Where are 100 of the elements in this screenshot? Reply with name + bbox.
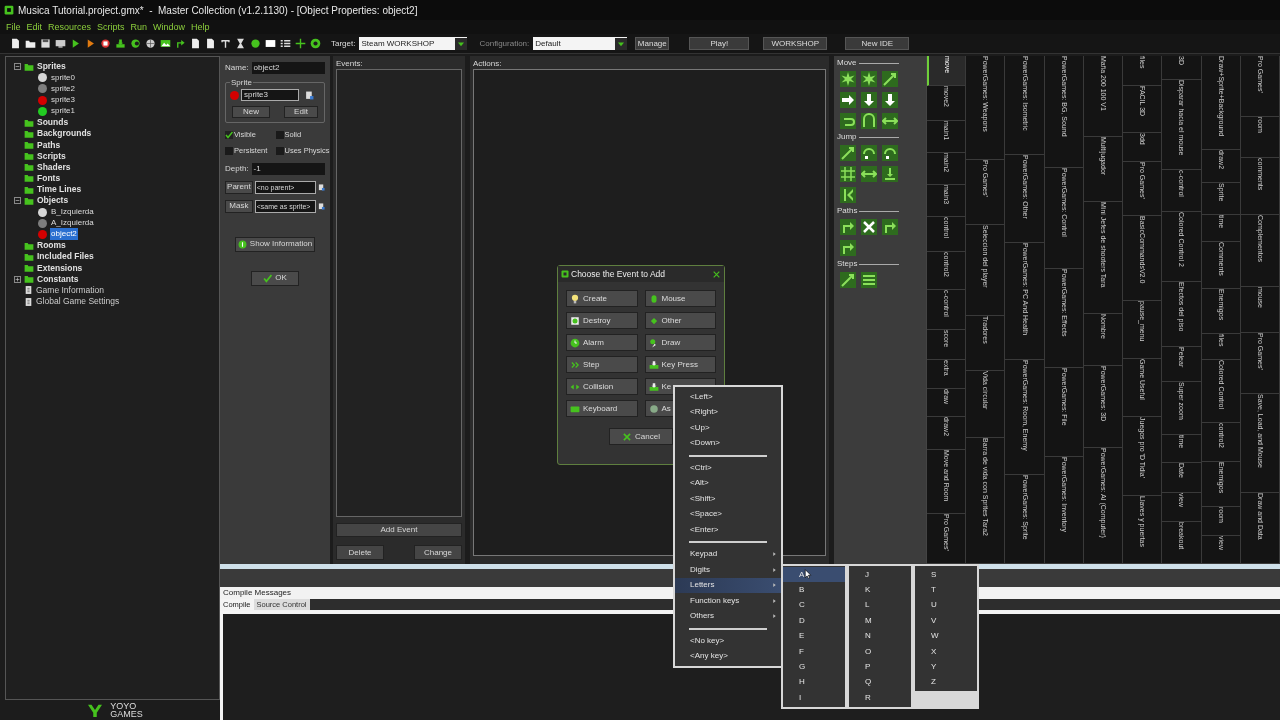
menu-item[interactable]: <Down>: [675, 435, 781, 451]
tree-item[interactable]: B_Izquierda: [50, 206, 95, 219]
tree-item[interactable]: Scripts: [37, 149, 66, 163]
c-icon[interactable]: [130, 38, 141, 49]
action-icon[interactable]: [840, 219, 856, 235]
menu-item[interactable]: A: [783, 567, 845, 583]
tree-item[interactable]: Backgrounds: [37, 127, 92, 141]
change-button[interactable]: Change: [414, 545, 462, 560]
menu-item[interactable]: Q: [849, 674, 911, 691]
menu-item[interactable]: Others: [675, 608, 781, 624]
event-button[interactable]: Destroy: [566, 312, 638, 329]
menu-item[interactable]: D: [783, 613, 845, 629]
document-icon[interactable]: [205, 38, 216, 49]
menu-item[interactable]: Resources: [48, 22, 92, 32]
menu-item[interactable]: <Ctrl>: [675, 460, 781, 476]
action-icon[interactable]: [861, 113, 877, 129]
list-icon[interactable]: [280, 38, 291, 49]
add-event-button[interactable]: Add Event: [336, 523, 462, 537]
checkbox[interactable]: [275, 146, 284, 155]
save-icon[interactable]: [40, 38, 51, 49]
menu-item[interactable]: Edit: [26, 22, 43, 32]
action-icon[interactable]: [840, 166, 856, 182]
checkbox[interactable]: [225, 146, 233, 155]
minus-icon[interactable]: [15, 64, 20, 70]
tree-item[interactable]: Sprites: [37, 60, 66, 73]
tree-item[interactable]: object2: [50, 228, 78, 241]
tree-item[interactable]: Included Files: [37, 250, 94, 264]
font-icon[interactable]: [220, 38, 231, 49]
menu-item[interactable]: Keypad: [675, 546, 781, 562]
stop-icon[interactable]: [100, 38, 111, 49]
browse-icon[interactable]: [318, 201, 325, 211]
action-icon[interactable]: [882, 219, 898, 235]
action-icon[interactable]: [882, 166, 898, 182]
hourglass-icon[interactable]: [235, 38, 246, 49]
event-button[interactable]: Draw: [644, 334, 716, 351]
event-button[interactable]: Step: [566, 356, 638, 373]
configuration-dropdown[interactable]: Default: [533, 37, 628, 50]
action-icon[interactable]: [840, 240, 856, 256]
play-icon[interactable]: [85, 38, 96, 49]
parent-button[interactable]: Parent: [225, 180, 253, 194]
menu-item[interactable]: S: [915, 567, 977, 583]
action-icon[interactable]: [840, 113, 856, 129]
menu-item[interactable]: Letters: [675, 577, 781, 593]
globe-icon[interactable]: [145, 38, 156, 49]
menu-item[interactable]: G: [783, 659, 845, 675]
rectangle-icon[interactable]: [265, 38, 276, 49]
plus-icon[interactable]: [15, 276, 20, 282]
event-button[interactable]: Keyboard: [566, 400, 638, 417]
action-icon[interactable]: [882, 145, 898, 161]
menu-item[interactable]: N: [849, 628, 911, 644]
menu-item[interactable]: E: [783, 628, 845, 644]
tree-item[interactable]: sprite2: [50, 82, 76, 95]
toolbar-button[interactable]: Play!: [689, 37, 750, 50]
menu-item[interactable]: <Up>: [675, 420, 781, 436]
menu-item[interactable]: Digits: [675, 562, 781, 578]
delete-button[interactable]: Delete: [336, 545, 384, 560]
menu-item[interactable]: C: [783, 597, 845, 614]
help-icon[interactable]: [310, 38, 321, 49]
menu-item[interactable]: <Left>: [675, 389, 781, 405]
plus-icon[interactable]: [295, 38, 306, 49]
ok-button[interactable]: OK: [251, 270, 299, 286]
menu-item[interactable]: File: [6, 22, 21, 32]
action-icon[interactable]: [861, 71, 877, 87]
menu-item[interactable]: F: [783, 643, 845, 660]
menu-item[interactable]: <Space>: [675, 506, 781, 522]
action-icon[interactable]: [840, 187, 856, 203]
document-icon[interactable]: [10, 38, 21, 49]
menu-item[interactable]: B: [783, 582, 845, 598]
menu-item[interactable]: <Shift>: [675, 491, 781, 507]
menu-item[interactable]: Y: [915, 659, 977, 675]
tree-item[interactable]: Objects: [37, 194, 69, 208]
play-icon[interactable]: [70, 38, 81, 49]
document-icon[interactable]: [190, 38, 201, 49]
tree-item[interactable]: Extensions: [37, 261, 83, 275]
action-icon[interactable]: [882, 113, 898, 129]
menu-item[interactable]: W: [915, 628, 977, 644]
menu-item[interactable]: <Right>: [675, 404, 781, 420]
tree-item[interactable]: Sounds: [37, 116, 69, 129]
menu-item[interactable]: <No key>: [675, 633, 781, 649]
tree-item[interactable]: Shaders: [37, 160, 71, 174]
tree-item[interactable]: Rooms: [37, 239, 66, 252]
tree-item[interactable]: sprite3: [50, 94, 76, 107]
tree-item[interactable]: Paths: [37, 138, 61, 152]
event-button[interactable]: Alarm: [566, 334, 638, 351]
menu-item[interactable]: H: [783, 674, 845, 691]
action-icon[interactable]: [861, 166, 877, 182]
checkbox[interactable]: [275, 130, 284, 139]
tree-item[interactable]: Constants: [37, 272, 79, 286]
tree-item[interactable]: sprite0: [50, 71, 76, 84]
checkbox[interactable]: [225, 130, 233, 139]
tree-item[interactable]: Game Information: [36, 283, 105, 297]
event-button[interactable]: Mouse: [644, 290, 716, 307]
folder-icon[interactable]: [25, 38, 36, 49]
menu-item[interactable]: U: [915, 597, 977, 614]
browse-icon[interactable]: [305, 90, 314, 100]
minus-icon[interactable]: [15, 198, 20, 204]
event-button[interactable]: Key Press: [644, 356, 716, 373]
show-information-button[interactable]: Show Information: [235, 236, 315, 252]
menu-item[interactable]: P: [849, 659, 911, 675]
monitor-icon[interactable]: [55, 38, 66, 49]
